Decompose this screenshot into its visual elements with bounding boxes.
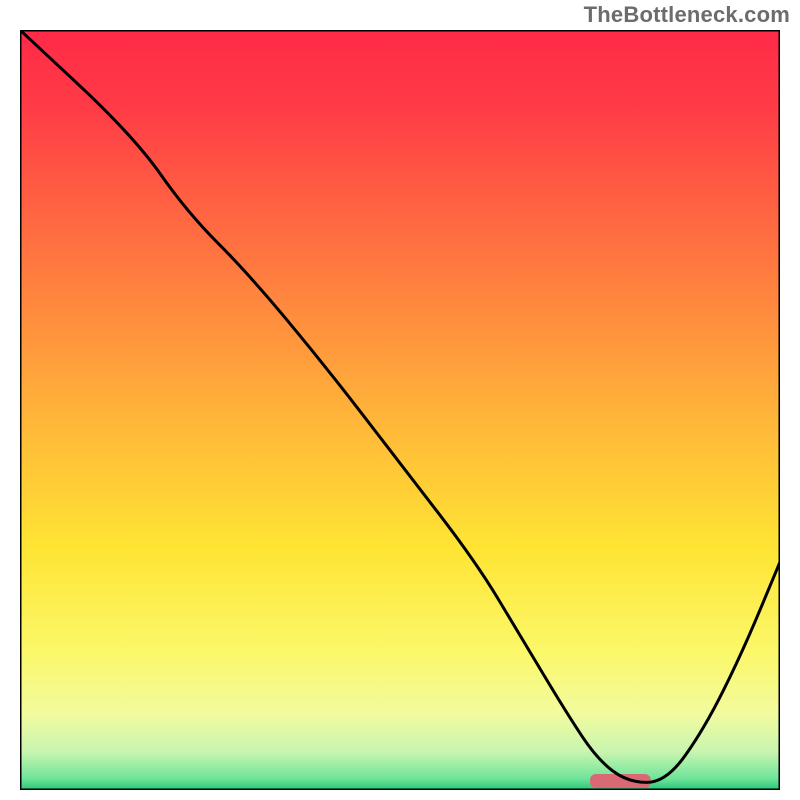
gradient-background [20,30,780,790]
chart-svg [20,30,780,790]
chart-container: TheBottleneck.com [0,0,800,800]
plot-area [20,30,780,790]
watermark-label: TheBottleneck.com [584,2,790,28]
